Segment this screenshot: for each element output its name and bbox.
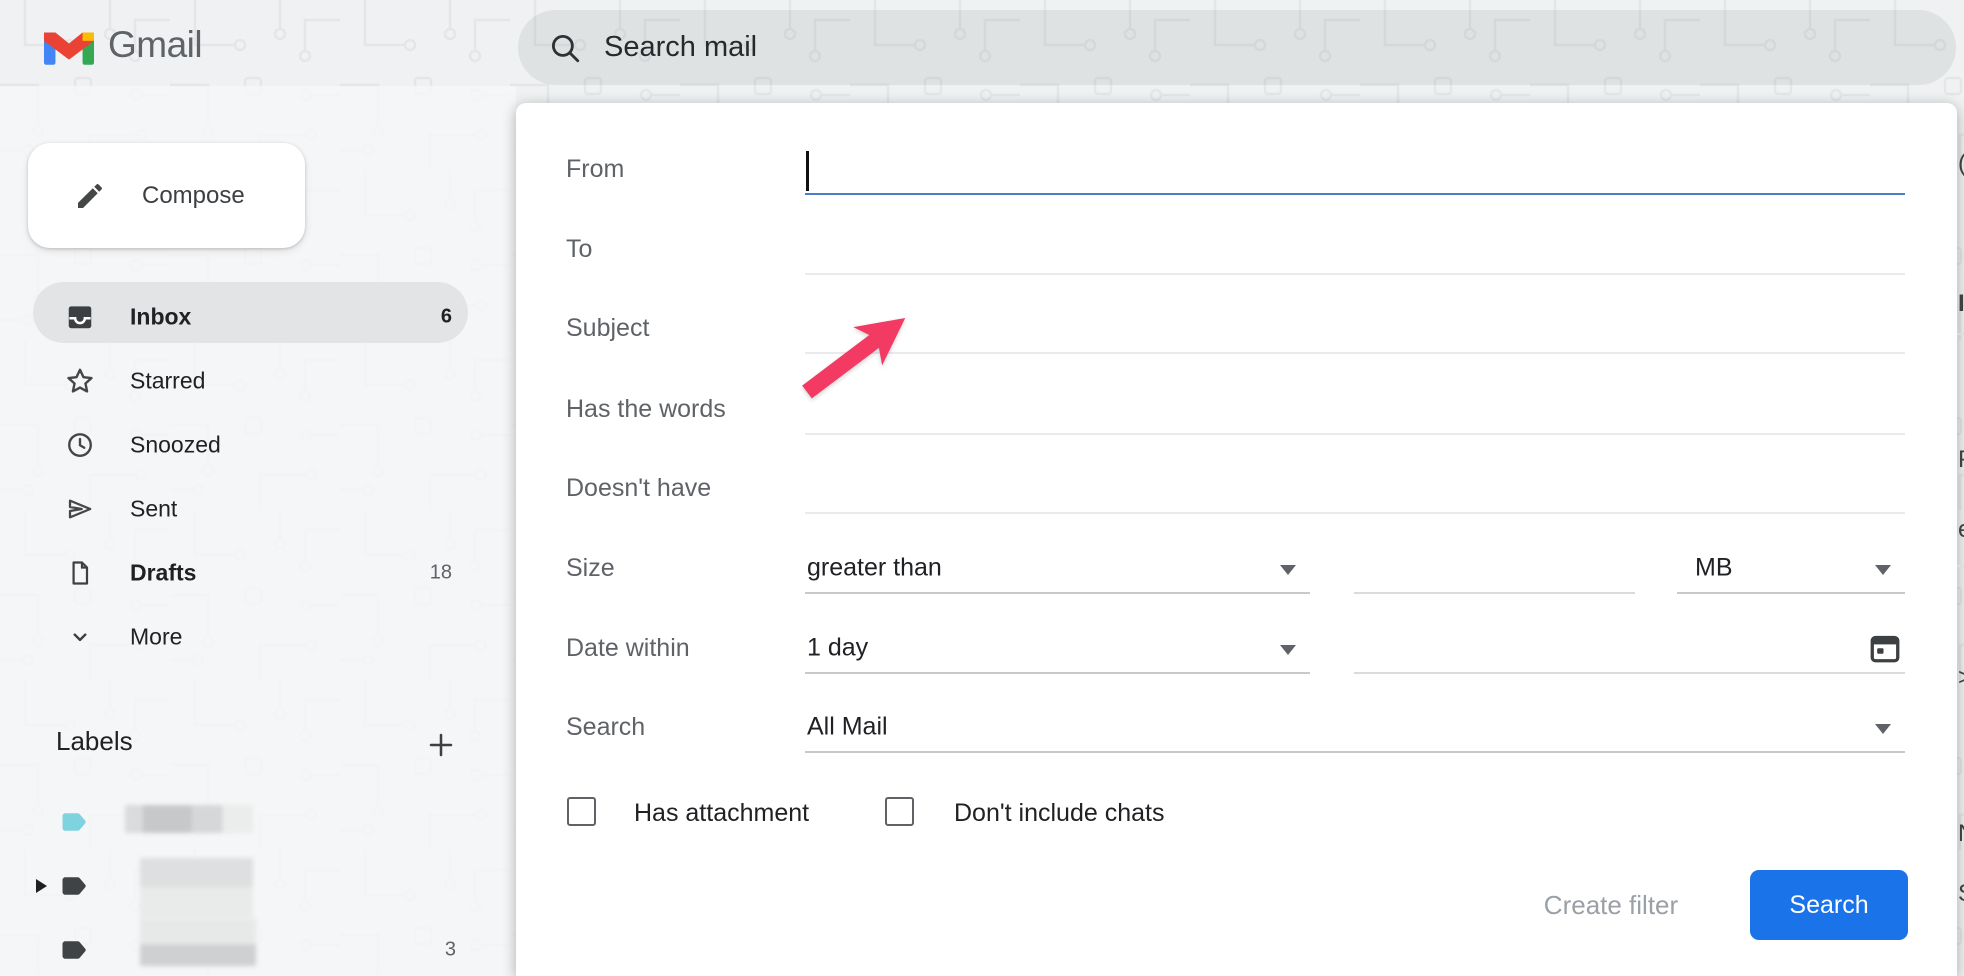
gmail-logo-text: Gmail bbox=[108, 24, 202, 66]
sidebar-item-more[interactable]: More bbox=[0, 605, 500, 669]
search-scope-value: All Mail bbox=[807, 713, 888, 742]
size-label: Size bbox=[566, 544, 615, 592]
size-operator-value: greater than bbox=[807, 554, 942, 583]
sidebar-item-label: Sent bbox=[130, 496, 177, 523]
date-input[interactable] bbox=[1354, 624, 1905, 674]
to-input[interactable] bbox=[805, 225, 1905, 275]
label-tag-icon bbox=[60, 807, 90, 837]
inbox-icon bbox=[64, 301, 96, 333]
pencil-icon bbox=[74, 180, 106, 212]
search-scope-label: Search bbox=[566, 703, 645, 751]
filter-row-doesnt-have: Doesn't have bbox=[516, 464, 1957, 512]
search-input-placeholder: Search mail bbox=[604, 31, 757, 64]
size-value-input[interactable] bbox=[1354, 544, 1635, 594]
search-icon bbox=[548, 31, 582, 65]
clock-icon bbox=[64, 429, 96, 461]
inbox-selected-pill bbox=[33, 282, 468, 343]
redacted-label-text bbox=[140, 858, 253, 918]
label-count-badge: 3 bbox=[445, 939, 456, 962]
dropdown-caret-icon bbox=[1875, 565, 1891, 575]
expand-triangle-icon[interactable] bbox=[36, 879, 47, 893]
date-within-value: 1 day bbox=[807, 634, 868, 663]
redacted-label-text bbox=[140, 918, 256, 966]
draft-icon bbox=[64, 557, 96, 589]
filter-row-checkboxes: Has attachment Don't include chats bbox=[516, 783, 1957, 847]
has-attachment-label[interactable]: Has attachment bbox=[634, 799, 809, 828]
search-filter-panel: From To Subject Has the words Doesn't ha… bbox=[516, 103, 1957, 976]
gmail-app: Gmail Search mail Compose Inbox 6 Starre… bbox=[0, 0, 1964, 976]
date-within-label: Date within bbox=[566, 624, 690, 672]
dropdown-caret-icon bbox=[1875, 724, 1891, 734]
inbox-count-badge: 6 bbox=[441, 306, 452, 329]
filter-row-size: Size greater than MB bbox=[516, 544, 1957, 592]
sidebar-item-inbox[interactable]: Inbox 6 bbox=[0, 285, 500, 349]
filter-row-subject: Subject bbox=[516, 304, 1957, 352]
size-operator-select[interactable]: greater than bbox=[805, 544, 1310, 594]
edge-divider bbox=[1957, 333, 1964, 335]
filter-row-date-within: Date within 1 day bbox=[516, 624, 1957, 672]
dont-include-chats-checkbox[interactable] bbox=[885, 797, 914, 826]
sidebar-item-label: Inbox bbox=[130, 304, 191, 331]
date-within-select[interactable]: 1 day bbox=[805, 624, 1310, 674]
drafts-count-badge: 18 bbox=[430, 562, 452, 585]
plus-icon bbox=[425, 729, 457, 761]
filter-row-from: From bbox=[516, 145, 1957, 193]
edge-text-fragment: P bbox=[1958, 446, 1964, 474]
compose-label: Compose bbox=[142, 182, 245, 210]
from-label: From bbox=[566, 145, 624, 193]
has-words-input[interactable] bbox=[805, 385, 1905, 435]
from-input[interactable] bbox=[805, 145, 1905, 195]
edge-text-fragment: ( bbox=[1958, 150, 1964, 178]
sidebar-item-starred[interactable]: Starred bbox=[0, 349, 500, 413]
sidebar-item-label: More bbox=[130, 624, 182, 651]
sidebar-item-label: Drafts bbox=[130, 560, 196, 587]
star-icon bbox=[64, 365, 96, 397]
edge-text-fragment: N bbox=[1958, 820, 1964, 848]
edge-divider bbox=[1957, 565, 1964, 567]
search-scope-select[interactable]: All Mail bbox=[805, 703, 1905, 753]
dropdown-caret-icon bbox=[1280, 565, 1296, 575]
gmail-logo[interactable]: Gmail bbox=[44, 24, 202, 66]
edge-text-fragment: I bbox=[1958, 290, 1964, 318]
dropdown-caret-icon bbox=[1280, 645, 1296, 655]
redacted-label-text bbox=[125, 805, 253, 833]
chevron-down-icon bbox=[64, 621, 96, 653]
sidebar-item-snoozed[interactable]: Snoozed bbox=[0, 413, 500, 477]
doesnt-have-input[interactable] bbox=[805, 464, 1905, 514]
dont-include-chats-label[interactable]: Don't include chats bbox=[954, 799, 1164, 828]
edge-text-fragment: e bbox=[1958, 516, 1964, 544]
send-icon bbox=[64, 493, 96, 525]
calendar-icon[interactable] bbox=[1867, 630, 1903, 671]
sidebar-item-label: Starred bbox=[130, 368, 205, 395]
size-unit-select[interactable]: MB bbox=[1677, 544, 1905, 594]
text-cursor bbox=[806, 151, 809, 191]
sidebar-item-sent[interactable]: Sent bbox=[0, 477, 500, 541]
has-words-label: Has the words bbox=[566, 385, 726, 433]
filter-row-has-words: Has the words bbox=[516, 385, 1957, 433]
search-bar[interactable]: Search mail bbox=[518, 10, 1956, 85]
has-attachment-checkbox[interactable] bbox=[567, 797, 596, 826]
annotation-arrow bbox=[790, 300, 922, 412]
sidebar-item-label: Snoozed bbox=[130, 432, 221, 459]
label-tag-icon bbox=[60, 871, 90, 901]
label-tag-icon bbox=[60, 935, 90, 965]
to-label: To bbox=[566, 225, 592, 273]
add-label-button[interactable] bbox=[422, 726, 460, 764]
subject-label: Subject bbox=[566, 304, 649, 352]
labels-header: Labels bbox=[56, 726, 133, 757]
compose-button[interactable]: Compose bbox=[28, 143, 305, 248]
doesnt-have-label: Doesn't have bbox=[566, 464, 711, 512]
edge-text-fragment: S bbox=[1958, 880, 1964, 908]
search-submit-button[interactable]: Search bbox=[1750, 870, 1908, 940]
sidebar-item-drafts[interactable]: Drafts 18 bbox=[0, 541, 500, 605]
create-filter-button[interactable]: Create filter bbox=[1496, 870, 1726, 940]
filter-row-to: To bbox=[516, 225, 1957, 273]
size-unit-value: MB bbox=[1695, 554, 1733, 583]
gmail-m-icon bbox=[44, 25, 94, 65]
edge-text-fragment: > bbox=[1958, 664, 1964, 692]
filter-row-search-scope: Search All Mail bbox=[516, 703, 1957, 751]
subject-input[interactable] bbox=[805, 304, 1905, 354]
